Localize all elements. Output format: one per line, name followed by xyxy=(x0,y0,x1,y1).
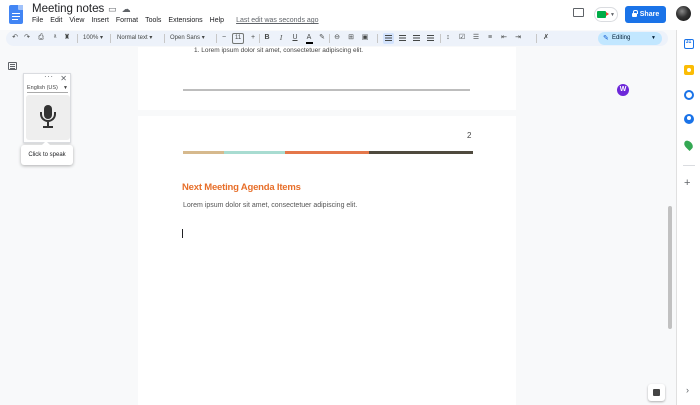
lock-icon xyxy=(631,9,638,17)
align-justify-icon[interactable] xyxy=(427,35,434,41)
add-addon-icon[interactable]: + xyxy=(684,178,690,189)
horizontal-rule xyxy=(183,89,470,91)
side-panel: + › xyxy=(676,30,700,405)
decrease-font-size-icon[interactable]: − xyxy=(220,34,228,42)
bold-icon[interactable]: B xyxy=(263,34,271,42)
highlight-icon[interactable]: ✎ xyxy=(318,34,326,42)
menu-format[interactable]: Format xyxy=(116,17,138,24)
chevron-right-icon[interactable]: › xyxy=(686,385,689,395)
app-header: Meeting notes ☆ ▭ ☁ File Edit View Inser… xyxy=(0,0,700,30)
numbered-list-icon[interactable]: ≡ xyxy=(486,34,494,42)
chevron-down-icon: ▼ xyxy=(610,11,615,18)
share-button[interactable]: Share xyxy=(625,6,666,23)
color-bar-segment xyxy=(369,151,473,154)
bulleted-list-icon[interactable]: ☰ xyxy=(472,34,480,42)
explore-button[interactable] xyxy=(648,384,665,401)
decrease-indent-icon[interactable]: ⇤ xyxy=(500,34,508,42)
drag-handle-icon[interactable]: ··· xyxy=(44,72,54,81)
menu-help[interactable]: Help xyxy=(210,17,224,24)
keep-icon[interactable] xyxy=(684,65,694,75)
title-icons: ☆ ▭ ☁ xyxy=(95,4,131,15)
formatting-toolbar: ↶ ↷ ⎙ ᵃ ♜ 100% ▾ Normal text ▾ Open Sans… xyxy=(6,31,668,46)
text-color-swatch xyxy=(306,42,313,44)
align-center-icon[interactable] xyxy=(399,35,406,41)
document-page-2[interactable]: 2 Next Meeting Agenda Items Lorem ipsum … xyxy=(138,116,516,405)
color-bar-segment xyxy=(285,151,369,154)
list-item: 1. Lorem ipsum dolor sit amet, consectet… xyxy=(194,47,364,54)
style-select[interactable]: Normal text ▾ xyxy=(117,34,152,43)
click-to-speak-tooltip: Click to speak xyxy=(21,141,73,165)
increase-indent-icon[interactable]: ⇥ xyxy=(514,34,522,42)
italic-icon[interactable]: I xyxy=(277,34,285,42)
maps-icon[interactable] xyxy=(682,138,695,152)
align-left-icon[interactable] xyxy=(385,35,392,41)
add-comment-icon[interactable]: ⊞ xyxy=(347,34,355,42)
tasks-icon[interactable] xyxy=(684,90,694,100)
scrollbar-thumb[interactable] xyxy=(668,206,672,329)
document-title[interactable]: Meeting notes xyxy=(32,3,104,15)
line-spacing-icon[interactable]: ↕ xyxy=(444,34,452,42)
print-icon[interactable]: ⎙ xyxy=(37,34,45,42)
color-bar-segment xyxy=(224,151,285,154)
menu-insert[interactable]: Insert xyxy=(91,17,109,24)
menu-tools[interactable]: Tools xyxy=(145,17,161,24)
comment-history-icon[interactable] xyxy=(573,8,584,17)
spellcheck-icon[interactable]: ᵃ xyxy=(51,34,59,42)
close-icon[interactable]: ✕ xyxy=(60,74,67,83)
calendar-icon[interactable] xyxy=(684,39,694,49)
last-edit-link[interactable]: Last edit was seconds ago xyxy=(236,17,319,24)
paint-format-icon[interactable]: ♜ xyxy=(63,34,71,42)
language-select[interactable]: English (US) ▼ xyxy=(27,85,68,93)
document-page-1[interactable]: 1. Lorem ipsum dolor sit amet, consectet… xyxy=(138,47,516,110)
cloud-saved-icon[interactable]: ☁ xyxy=(122,4,131,15)
underline-icon[interactable]: U xyxy=(291,34,299,42)
share-label: Share xyxy=(639,11,660,18)
align-right-icon[interactable] xyxy=(413,35,420,41)
menu-edit[interactable]: Edit xyxy=(50,17,62,24)
clear-formatting-icon[interactable]: ✗ xyxy=(542,34,550,42)
text-cursor xyxy=(182,229,183,238)
extension-icon[interactable]: W xyxy=(617,84,629,96)
agenda-heading: Next Meeting Agenda Items xyxy=(182,182,301,193)
meet-icon xyxy=(597,11,610,18)
checklist-icon[interactable]: ☑ xyxy=(458,34,466,42)
voice-typing-panel: ··· ✕ English (US) ▼ xyxy=(23,72,71,143)
chevron-down-icon: ▼ xyxy=(63,85,68,91)
page-number: 2 xyxy=(467,131,472,140)
color-bar-segment xyxy=(183,151,224,154)
menu-file[interactable]: File xyxy=(32,17,43,24)
star-icon[interactable]: ☆ xyxy=(95,4,103,15)
divider xyxy=(683,165,695,166)
chevron-down-icon: ▼ xyxy=(651,35,656,41)
font-size-input[interactable]: 11 xyxy=(232,33,245,44)
account-avatar[interactable] xyxy=(676,6,691,21)
editing-mode-label: Editing xyxy=(612,35,631,41)
contacts-icon[interactable] xyxy=(684,114,694,124)
undo-icon[interactable]: ↶ xyxy=(11,34,19,42)
text-color-icon[interactable]: A xyxy=(305,34,313,42)
menu-extensions[interactable]: Extensions xyxy=(168,17,202,24)
move-folder-icon[interactable]: ▭ xyxy=(108,4,117,15)
language-label: English (US) xyxy=(27,85,58,91)
editing-mode-select[interactable]: Editing ▼ xyxy=(598,32,662,45)
link-icon[interactable]: ⊖ xyxy=(333,34,341,42)
font-select[interactable]: Open Sans ▾ xyxy=(170,34,205,43)
document-outline-icon[interactable] xyxy=(8,62,17,70)
increase-font-size-icon[interactable]: + xyxy=(249,34,257,42)
menu-view[interactable]: View xyxy=(69,17,84,24)
docs-logo-icon[interactable] xyxy=(9,5,23,24)
body-paragraph: Lorem ipsum dolor sit amet, consectetuer… xyxy=(183,202,358,209)
meet-button[interactable]: ▼ xyxy=(594,7,618,22)
microphone-button[interactable] xyxy=(26,95,70,140)
zoom-select[interactable]: 100% ▾ xyxy=(83,34,103,43)
menu-bar: File Edit View Insert Format Tools Exten… xyxy=(32,17,319,24)
redo-icon[interactable]: ↷ xyxy=(23,34,31,42)
insert-image-icon[interactable]: ▣ xyxy=(361,34,369,42)
